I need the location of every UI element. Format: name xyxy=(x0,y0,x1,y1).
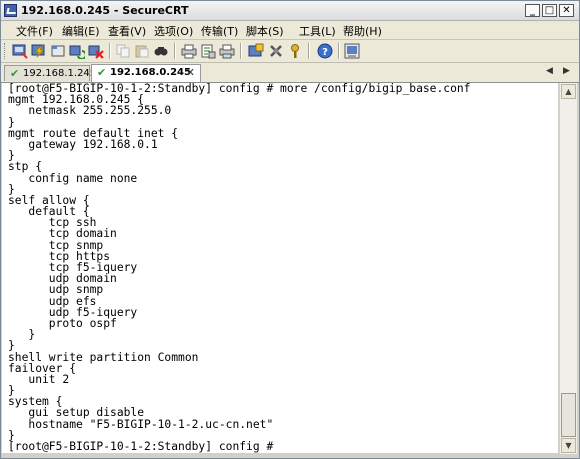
terminal-line: [root@F5-BIGIP-10-1-2:Standby] config # xyxy=(8,440,274,453)
connected-check-icon: ✔ xyxy=(10,67,20,80)
keymap-icon[interactable] xyxy=(287,43,303,59)
terminal-line: proto ospf xyxy=(8,316,117,330)
menu-view[interactable]: 查看(V) xyxy=(108,23,146,39)
window-bottom-border xyxy=(1,454,579,458)
tab-scroll-left-icon[interactable]: ◀ xyxy=(546,66,553,76)
menu-options[interactable]: 选项(O) xyxy=(154,23,193,39)
securecrt-window: 192.168.0.245 - SecureCRT _ □ ✕ 文件(F) 编辑… xyxy=(0,0,580,459)
terminal-line: } xyxy=(8,328,36,342)
menu-bar: 文件(F) 编辑(E) 查看(V) 选项(O) 传输(T) 脚本(S) 工具(L… xyxy=(1,21,579,40)
vertical-scrollbar[interactable]: ▲ ▼ xyxy=(559,83,577,454)
menu-tools[interactable]: 工具(L) xyxy=(299,23,336,39)
paste-icon[interactable] xyxy=(134,43,150,59)
terminal-line: tcp domain xyxy=(8,227,117,241)
terminal-line: unit 2 xyxy=(8,372,70,386)
find-icon[interactable] xyxy=(153,43,169,59)
scrollbar-thumb[interactable] xyxy=(561,393,576,437)
global-options-icon[interactable] xyxy=(268,43,284,59)
tab-session-192-168-1-245[interactable]: ✔ 192.168.1.245 xyxy=(4,65,96,81)
menu-transfer[interactable]: 传输(T) xyxy=(201,23,238,39)
svg-text:?: ? xyxy=(322,47,328,58)
disconnect-icon[interactable] xyxy=(88,43,104,59)
scroll-down-icon[interactable]: ▼ xyxy=(561,438,576,453)
quick-connect-icon[interactable] xyxy=(31,43,47,59)
terminal-line: gui setup disable xyxy=(8,406,145,420)
toolbar: ? xyxy=(1,40,579,63)
terminal-line: } xyxy=(8,339,15,353)
print-selection-icon[interactable] xyxy=(219,43,235,59)
toolbar-separator xyxy=(240,43,242,59)
toolbar-separator xyxy=(174,43,176,59)
close-button[interactable]: ✕ xyxy=(559,4,574,17)
toolbar-separator xyxy=(338,43,340,59)
toolbar-separator xyxy=(109,43,111,59)
toolbar-separator xyxy=(308,43,310,59)
tab-session-192-168-0-245[interactable]: ✔ 192.168.0.245 ✕ xyxy=(91,64,201,82)
terminal-text: [root@F5-BIGIP-10-1-2:Standby] config # … xyxy=(8,83,471,452)
reconnect-icon[interactable] xyxy=(69,43,87,60)
print-icon[interactable] xyxy=(181,43,197,59)
session-options-icon[interactable] xyxy=(248,43,264,59)
connect-tab-icon[interactable] xyxy=(50,43,66,59)
scroll-up-icon[interactable]: ▲ xyxy=(561,84,576,99)
terminal-line: } xyxy=(8,384,15,398)
terminal-line: failover { xyxy=(8,361,77,375)
terminal-line: } xyxy=(8,149,15,163)
terminal-line: hostname "F5-BIGIP-10-1-2.uc-cn.net" xyxy=(8,417,274,431)
toolbar-grip[interactable] xyxy=(4,43,8,59)
tab-scroll-right-icon[interactable]: ▶ xyxy=(563,66,570,76)
maximize-button[interactable]: □ xyxy=(542,4,557,17)
tab-close-icon[interactable]: ✕ xyxy=(186,66,195,79)
help-icon[interactable]: ? xyxy=(317,43,333,59)
minimize-button[interactable]: _ xyxy=(525,4,540,17)
tab-label: 192.168.1.245 xyxy=(23,68,97,79)
menu-help[interactable]: 帮助(H) xyxy=(343,23,382,39)
menu-script[interactable]: 脚本(S) xyxy=(246,23,284,39)
securecrt-app-icon xyxy=(4,4,17,17)
menu-edit[interactable]: 编辑(E) xyxy=(62,23,100,39)
menu-file[interactable]: 文件(F) xyxy=(16,23,53,39)
session-tab-bar: ✔ 192.168.1.245 ✔ 192.168.0.245 ✕ ◀ ▶ xyxy=(1,63,579,83)
terminal-line: config name none xyxy=(8,171,138,185)
tab-label: 192.168.0.245 xyxy=(110,67,191,78)
terminal-line: netmask 255.255.255.0 xyxy=(8,104,172,118)
terminal-line: gateway 192.168.0.1 xyxy=(8,137,158,151)
connected-check-icon: ✔ xyxy=(97,66,107,79)
terminal-line: stp { xyxy=(8,160,43,174)
terminal-line: udp snmp xyxy=(8,283,104,297)
print-setup-icon[interactable] xyxy=(200,43,216,59)
title-bar[interactable]: 192.168.0.245 - SecureCRT _ □ ✕ xyxy=(1,1,579,21)
window-title: 192.168.0.245 - SecureCRT xyxy=(21,4,189,17)
copy-icon[interactable] xyxy=(115,43,131,59)
terminal-line: shell write partition Common xyxy=(8,350,199,364)
terminal-output[interactable]: [root@F5-BIGIP-10-1-2:Standby] config # … xyxy=(2,83,558,453)
connect-icon[interactable] xyxy=(12,43,28,59)
about-icon[interactable] xyxy=(344,43,360,59)
